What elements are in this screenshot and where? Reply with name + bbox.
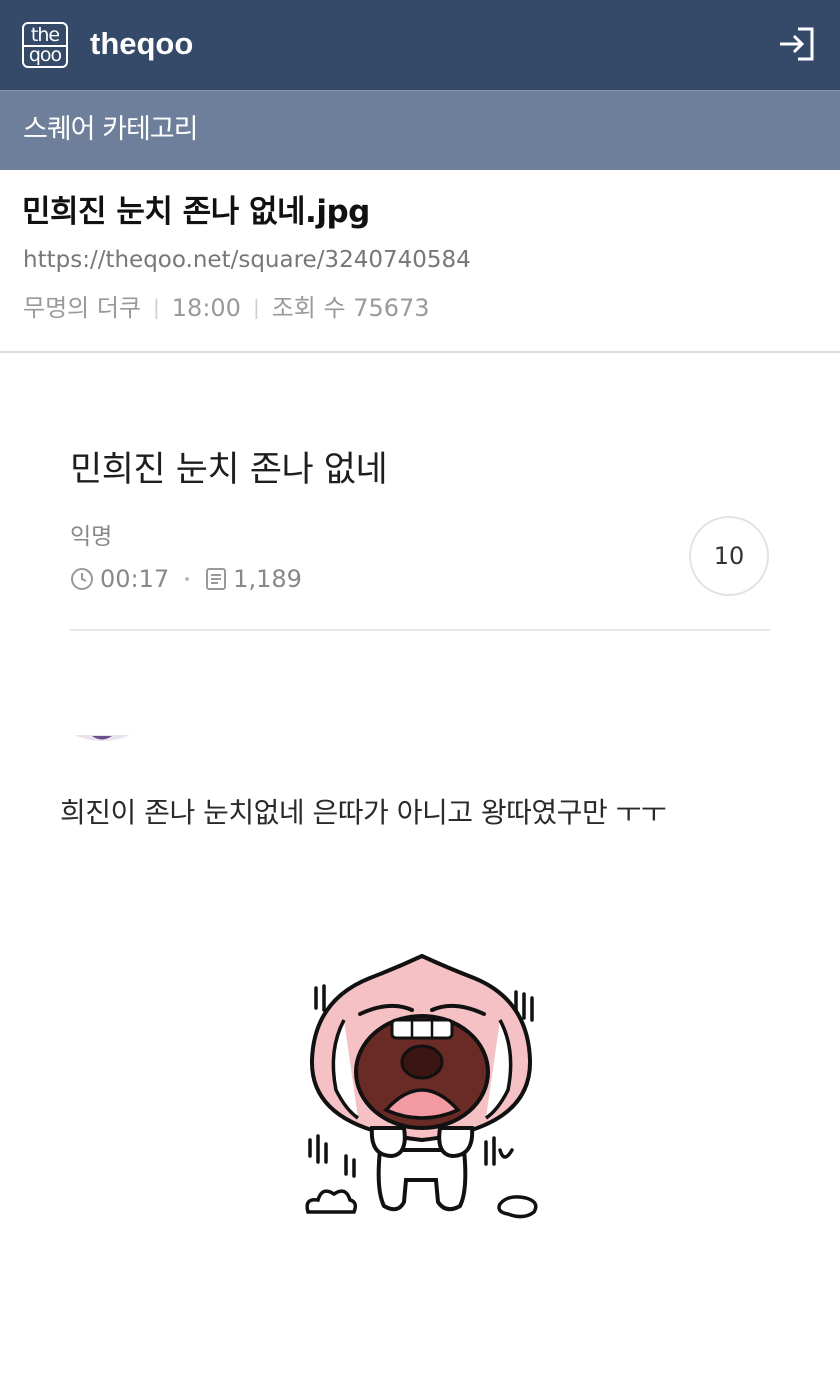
meta-separator: | — [153, 295, 160, 319]
embedded-divider — [70, 629, 770, 631]
embedded-post-author: 익명 — [70, 524, 113, 550]
category-label[interactable]: 스퀘어 카테고리 — [23, 113, 198, 147]
brand-name[interactable]: theqoo — [90, 26, 193, 62]
post-meta: 무명의 더쿠 | 18:00 | 조회 수 75673 — [23, 292, 430, 323]
embedded-post-time: 00:17 — [100, 565, 170, 593]
document-icon — [206, 568, 227, 590]
crying-peach-sticker — [305, 953, 538, 1219]
embedded-post-title: 민희진 눈치 존나 없네 — [70, 450, 388, 490]
logo-text-top: the — [30, 24, 60, 46]
meta-separator: | — [252, 295, 260, 319]
avatar-fragment — [74, 735, 130, 741]
post-title: 민희진 눈치 존나 없네.jpg — [22, 194, 370, 230]
post-url[interactable]: https://theqoo.net/square/3240740584 — [23, 245, 471, 275]
embedded-post-stats: 00:17 1,189 — [70, 563, 302, 595]
theqoo-logo[interactable]: the qoo — [22, 22, 68, 68]
login-icon[interactable] — [778, 27, 816, 61]
comment-count-badge[interactable]: 10 — [689, 516, 769, 596]
category-bar[interactable]: 스퀘어 카테고리 — [0, 90, 840, 170]
post-author: 무명의 더쿠 — [23, 294, 142, 322]
post-views: 조회 수 75673 — [271, 294, 430, 322]
embedded-post-views: 1,189 — [233, 565, 302, 593]
embedded-comment-text: 희진이 존나 눈치없네 은따가 아니고 왕따였구만 ㅜㅜ — [60, 796, 667, 829]
clock-icon — [71, 568, 93, 590]
logo-text-bottom: qoo — [28, 44, 62, 66]
stats-dot — [185, 577, 190, 581]
top-navbar: the qoo theqoo — [0, 0, 840, 90]
header-divider — [0, 351, 840, 353]
post-time: 18:00 — [171, 294, 241, 322]
